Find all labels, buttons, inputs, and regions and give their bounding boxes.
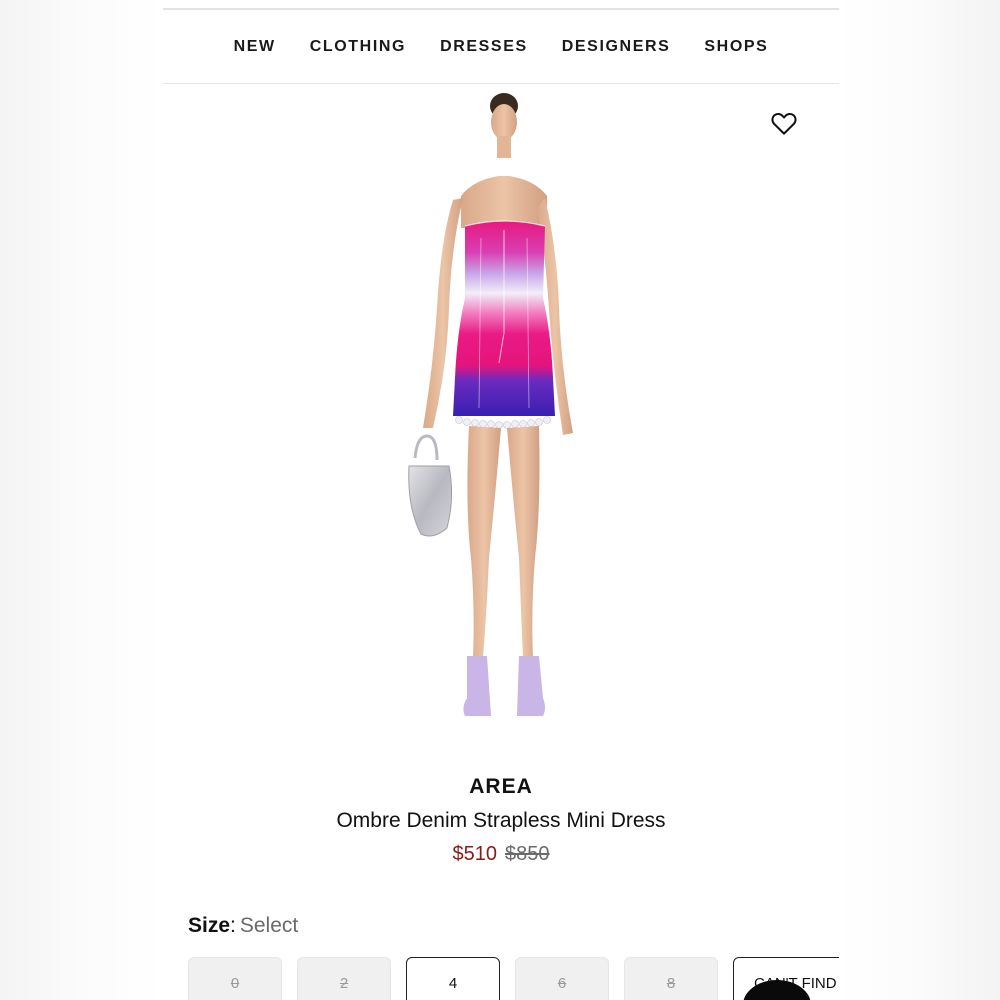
price-row: $510 $850 [163, 843, 839, 866]
nav-item-dresses[interactable]: DRESSES [440, 38, 528, 56]
size-selector-label: Size: Select [188, 914, 298, 938]
size-option-2[interactable]: 2 [297, 957, 391, 1000]
size-option-4[interactable]: 4 [406, 957, 500, 1000]
product-brand[interactable]: AREA [163, 775, 839, 799]
size-colon: : [230, 914, 236, 937]
nav-item-designers[interactable]: DESIGNERS [562, 38, 671, 56]
product-image[interactable] [403, 88, 603, 738]
product-name: Ombre Denim Strapless Mini Dress [336, 809, 666, 832]
product-page: NEW CLOTHING DRESSES DESIGNERS SHOPS ARE… [163, 0, 839, 1000]
size-option-6[interactable]: 6 [515, 957, 609, 1000]
nav-item-new[interactable]: NEW [234, 38, 276, 56]
top-navigation: NEW CLOTHING DRESSES DESIGNERS SHOPS [163, 10, 839, 84]
size-label: Size [188, 914, 231, 937]
size-option-0[interactable]: 0 [188, 957, 282, 1000]
original-price: $850 [505, 843, 550, 865]
wishlist-button[interactable] [769, 108, 799, 138]
heart-icon [771, 112, 797, 135]
size-option-8[interactable]: 8 [624, 957, 718, 1000]
sale-price: $510 [452, 843, 498, 865]
nav-item-clothing[interactable]: CLOTHING [310, 38, 406, 56]
nav-item-shops[interactable]: SHOPS [704, 38, 768, 56]
size-value: Select [239, 914, 299, 937]
